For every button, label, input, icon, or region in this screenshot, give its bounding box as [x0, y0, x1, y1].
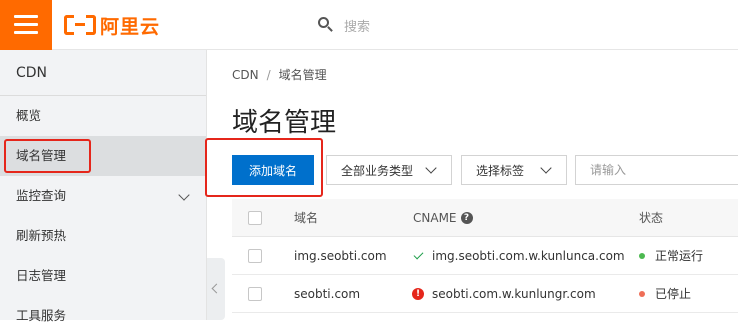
sidebar-item-overview[interactable]: 概览 [0, 96, 206, 136]
check-icon [413, 249, 424, 259]
tag-select-value: 选择标签 [476, 163, 525, 178]
sidebar-item-label: 监控查询 [16, 188, 67, 203]
sidebar-item-label: 域名管理 [16, 148, 67, 163]
status-dot-icon [639, 252, 645, 259]
breadcrumb-separator: / [266, 68, 271, 82]
chevron-down-icon [540, 162, 552, 174]
column-header-domain: 域名 [294, 211, 319, 225]
column-header-cname-label: CNAME [413, 210, 457, 225]
sidebar-item-monitoring[interactable]: 监控查询 [0, 176, 206, 216]
menu-icon [14, 15, 38, 18]
aliyun-logo-icon [64, 15, 96, 35]
sidebar-item-log-management[interactable]: 日志管理 [0, 256, 206, 296]
page-title: 域名管理 [232, 108, 337, 138]
chevron-left-icon [211, 283, 222, 294]
chevron-down-icon [425, 162, 437, 174]
status-dot-icon [639, 290, 645, 297]
cname-value: img.seobti.com.w.kunlunca.com [432, 248, 625, 263]
status-text: 正常运行 [655, 249, 704, 263]
table-header: 域名 CNAME ? 状态 [232, 199, 738, 237]
brand-name: 阿里云 [100, 15, 161, 38]
domain-table: 域名 CNAME ? 状态 img.seobti.com img.seobti.… [232, 199, 738, 313]
cname-cell: ! seobti.com.w.kunlungr.com [412, 275, 596, 312]
business-type-select[interactable]: 全部业务类型 [326, 155, 452, 185]
help-icon[interactable]: ? [460, 211, 473, 224]
sidebar-item-label: 概览 [16, 108, 42, 123]
business-type-value: 全部业务类型 [341, 163, 414, 178]
table-row: seobti.com ! seobti.com.w.kunlungr.com 已… [232, 275, 738, 313]
sidebar-collapse-button[interactable] [207, 258, 225, 320]
select-all-checkbox[interactable] [248, 210, 262, 225]
chevron-down-icon [178, 189, 190, 201]
search-icon [318, 17, 334, 33]
global-search[interactable]: 搜索 [318, 13, 370, 37]
row-checkbox[interactable] [248, 286, 262, 301]
breadcrumb: CDN / 域名管理 [232, 66, 327, 83]
status-cell: 正常运行 [639, 237, 703, 274]
sidebar: CDN 概览 域名管理 监控查询 刷新预热 日志管理 工具服务 [0, 50, 207, 323]
breadcrumb-current: 域名管理 [278, 68, 327, 82]
search-input[interactable] [575, 155, 738, 185]
hamburger-menu-button[interactable] [0, 0, 52, 50]
add-domain-button[interactable]: 添加域名 [232, 155, 314, 185]
aliyun-logo[interactable]: 阿里云 [64, 12, 160, 38]
sidebar-item-domain-management[interactable]: 域名管理 [0, 136, 206, 176]
sidebar-item-label: 日志管理 [16, 268, 67, 283]
column-header-status: 状态 [639, 211, 664, 225]
sidebar-item-label: 工具服务 [16, 308, 67, 323]
sidebar-item-tools[interactable]: 工具服务 [0, 296, 206, 336]
column-header-cname: CNAME ? [413, 199, 473, 236]
tag-select[interactable]: 选择标签 [461, 155, 567, 185]
error-icon[interactable]: ! [412, 287, 424, 300]
sidebar-item-label: 刷新预热 [16, 228, 67, 243]
row-checkbox[interactable] [248, 248, 262, 263]
status-text: 已停止 [655, 287, 692, 301]
cname-value: seobti.com.w.kunlungr.com [432, 286, 596, 301]
domain-cell[interactable]: seobti.com [294, 275, 360, 312]
domain-cell[interactable]: img.seobti.com [294, 237, 387, 274]
cname-cell: img.seobti.com.w.kunlunca.com [413, 237, 625, 274]
sidebar-title: CDN [0, 50, 206, 96]
status-cell: 已停止 [639, 275, 691, 312]
breadcrumb-root[interactable]: CDN [232, 68, 259, 82]
sidebar-item-refresh-preload[interactable]: 刷新预热 [0, 216, 206, 256]
table-row: img.seobti.com img.seobti.com.w.kunlunca… [232, 237, 738, 275]
top-bar: 阿里云 搜索 [0, 0, 738, 50]
search-placeholder: 搜索 [344, 19, 371, 35]
